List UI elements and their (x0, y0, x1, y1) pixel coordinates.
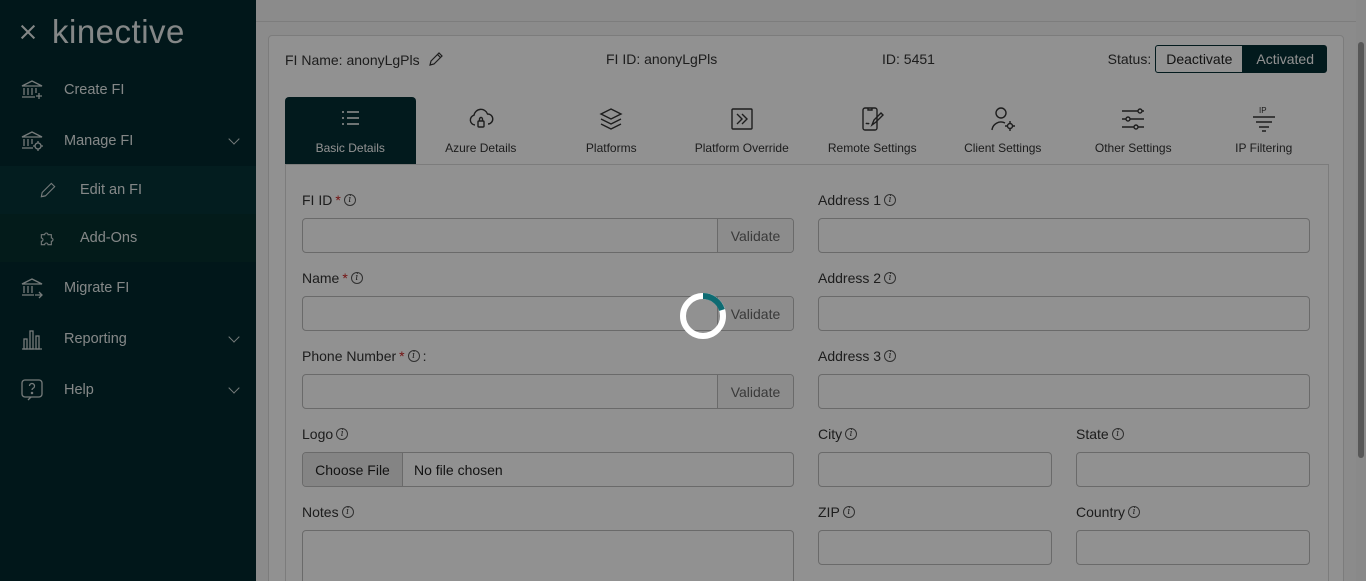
loading-spinner-icon (680, 293, 726, 339)
